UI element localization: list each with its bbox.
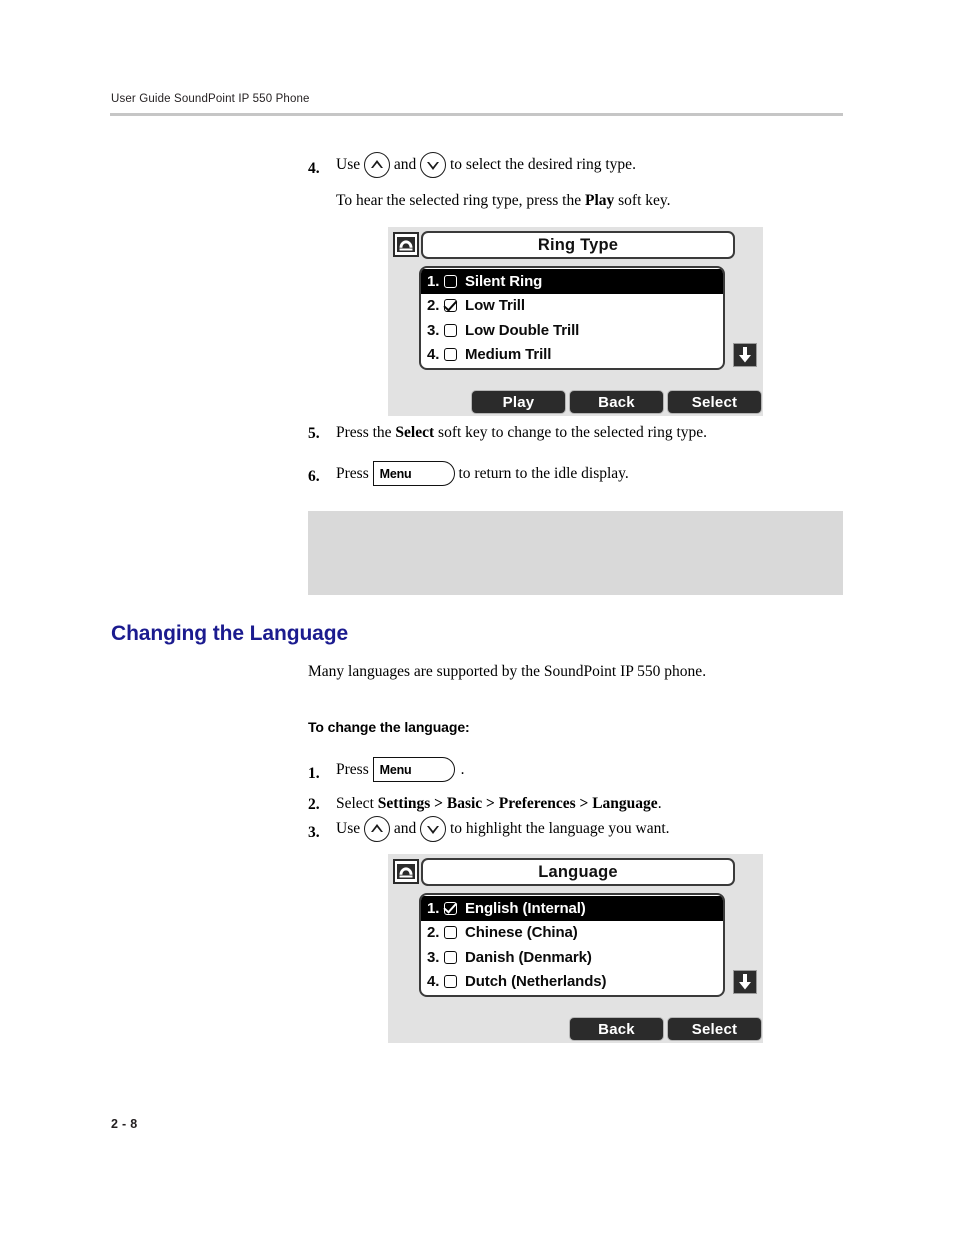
checkbox-checked-icon[interactable] (444, 901, 457, 915)
step-5-post: soft key to change to the selected ring … (434, 424, 708, 441)
language-title-bar: Language (421, 858, 735, 886)
language-list-item-3[interactable]: 3. Danish (Denmark) (421, 945, 723, 970)
list-item-index: 1. (427, 899, 440, 917)
list-item-index: 2. (427, 297, 440, 315)
page-section-heading: Changing the Language (111, 622, 349, 645)
checkbox-unchecked-icon[interactable] (444, 926, 457, 940)
softkey-select[interactable]: Select (667, 390, 762, 414)
list-item-label: Dutch (Netherlands) (465, 973, 607, 991)
ring-type-softkey-bar: Play Back Select (471, 390, 762, 414)
ring-type-list-item-4[interactable]: 4. Medium Trill (421, 343, 723, 368)
language-title: Language (538, 862, 618, 881)
step-4-lead-text: Use (336, 156, 364, 174)
list-item-label: Low Double Trill (465, 321, 580, 339)
language-list-item-2[interactable]: 2. Chinese (China) (421, 921, 723, 946)
checkbox-unchecked-icon[interactable] (444, 975, 457, 989)
step-4-line-1: Use and to select the desired ring type. (336, 152, 636, 178)
ring-type-title-bar: Ring Type (421, 231, 735, 259)
up-arrow-key-icon (363, 152, 390, 178)
language-phone-screenshot: Language 1. English (Internal) 2. Chines… (388, 854, 763, 1043)
checkbox-unchecked-icon[interactable] (444, 950, 457, 964)
lang-step-2-bold: Settings > Basic > Preferences > Languag… (377, 795, 658, 812)
document-page: User Guide SoundPoint IP 550 Phone 4. Us… (0, 0, 954, 1235)
lang-step-1-text: Press Menu . (336, 757, 464, 782)
step-5-number: 5. (308, 425, 320, 442)
step-5-text: Press the Select soft key to change to t… (336, 425, 707, 441)
menu-hard-key-icon: Menu (372, 757, 455, 782)
up-arrow-key-icon (363, 816, 390, 842)
ring-type-phone-screenshot: Ring Type 1. Silent Ring 2. Low Trill 3.… (388, 227, 763, 416)
lang-step-2-text: Select Settings > Basic > Preferences > … (336, 796, 662, 812)
lang-step-3-mid: and (389, 820, 421, 838)
list-item-label: Chinese (China) (465, 924, 578, 942)
list-item-index: 3. (427, 321, 440, 339)
down-arrow-key-icon (420, 152, 447, 178)
phone-handset-icon (393, 859, 419, 884)
list-item-label: Low Trill (465, 297, 525, 315)
step-5-pre: Press the (336, 424, 396, 441)
note-placeholder-block (308, 511, 843, 595)
lang-step-2-pre: Select (336, 795, 378, 812)
step-4-tail-text: to select the desired ring type. (446, 156, 636, 174)
list-item-label: Medium Trill (465, 346, 552, 364)
menu-key-label: Menu (379, 466, 412, 481)
phone-handset-icon (393, 232, 419, 257)
softkey-back[interactable]: Back (569, 390, 664, 414)
step-4-play-bold: Play (584, 192, 615, 209)
ring-type-title: Ring Type (537, 235, 619, 254)
ring-type-list-panel: 1. Silent Ring 2. Low Trill 3. Low Doubl… (419, 266, 725, 370)
step-4-play-post: soft key. (614, 192, 671, 209)
language-sub-heading: To change the language: (308, 719, 470, 735)
lang-step-2-post: . (657, 795, 662, 812)
step-6-post: to return to the idle display. (454, 464, 629, 482)
step-6-number: 6. (308, 468, 320, 485)
ring-type-list-item-3[interactable]: 3. Low Double Trill (421, 318, 723, 343)
list-item-index: 4. (427, 346, 440, 364)
ring-type-list-item-1[interactable]: 1. Silent Ring (421, 269, 723, 294)
list-item-label: English (Internal) (465, 899, 586, 917)
lang-step-3-tail: to highlight the language you want. (446, 820, 670, 838)
ring-type-list-item-2[interactable]: 2. Low Trill (421, 294, 723, 319)
lang-step-1-number: 1. (308, 765, 320, 782)
checkbox-unchecked-icon[interactable] (444, 323, 457, 337)
lang-step-3-number: 3. (308, 824, 320, 841)
scroll-down-arrow-icon[interactable] (733, 343, 757, 367)
checkbox-checked-icon[interactable] (444, 299, 457, 313)
page-number: 2 - 8 (111, 1117, 138, 1131)
softkey-play[interactable]: Play (471, 390, 566, 414)
lang-step-2-number: 2. (308, 796, 320, 813)
softkey-back[interactable]: Back (569, 1017, 664, 1041)
list-item-label: Danish (Denmark) (465, 948, 592, 966)
step-6-text: Press Menu to return to the idle display… (336, 461, 629, 486)
scroll-down-arrow-icon[interactable] (733, 970, 757, 994)
header-rule (110, 113, 843, 116)
lang-step-1-post: . (460, 760, 465, 778)
language-list-panel: 1. English (Internal) 2. Chinese (China)… (419, 893, 725, 997)
lang-step-3-text: Use and to highlight the language you wa… (336, 816, 670, 842)
list-item-index: 4. (427, 973, 440, 991)
language-intro-paragraph: Many languages are supported by the Soun… (308, 663, 707, 680)
checkbox-unchecked-icon[interactable] (444, 348, 457, 362)
running-header: User Guide SoundPoint IP 550 Phone (111, 93, 310, 105)
step-4-play-pre: To hear the selected ring type, press th… (336, 192, 585, 209)
list-item-index: 2. (427, 924, 440, 942)
softkey-select[interactable]: Select (667, 1017, 762, 1041)
step-4-line-2: To hear the selected ring type, press th… (336, 193, 671, 209)
lang-step-3-lead: Use (336, 820, 364, 838)
lang-step-1-pre: Press (336, 760, 373, 778)
language-list-item-4[interactable]: 4. Dutch (Netherlands) (421, 970, 723, 995)
language-softkey-bar: Back Select (569, 1017, 762, 1041)
language-list-item-1[interactable]: 1. English (Internal) (421, 896, 723, 921)
step-6-pre: Press (336, 464, 373, 482)
list-item-index: 3. (427, 948, 440, 966)
menu-key-label: Menu (379, 762, 412, 777)
checkbox-unchecked-icon[interactable] (444, 274, 457, 288)
down-arrow-key-icon (420, 816, 447, 842)
list-item-label: Silent Ring (465, 272, 543, 290)
menu-hard-key-icon: Menu (372, 461, 455, 486)
step-5-bold: Select (395, 424, 435, 441)
list-item-index: 1. (427, 272, 440, 290)
step-4-number: 4. (308, 160, 320, 177)
step-4-mid-text: and (389, 156, 421, 174)
